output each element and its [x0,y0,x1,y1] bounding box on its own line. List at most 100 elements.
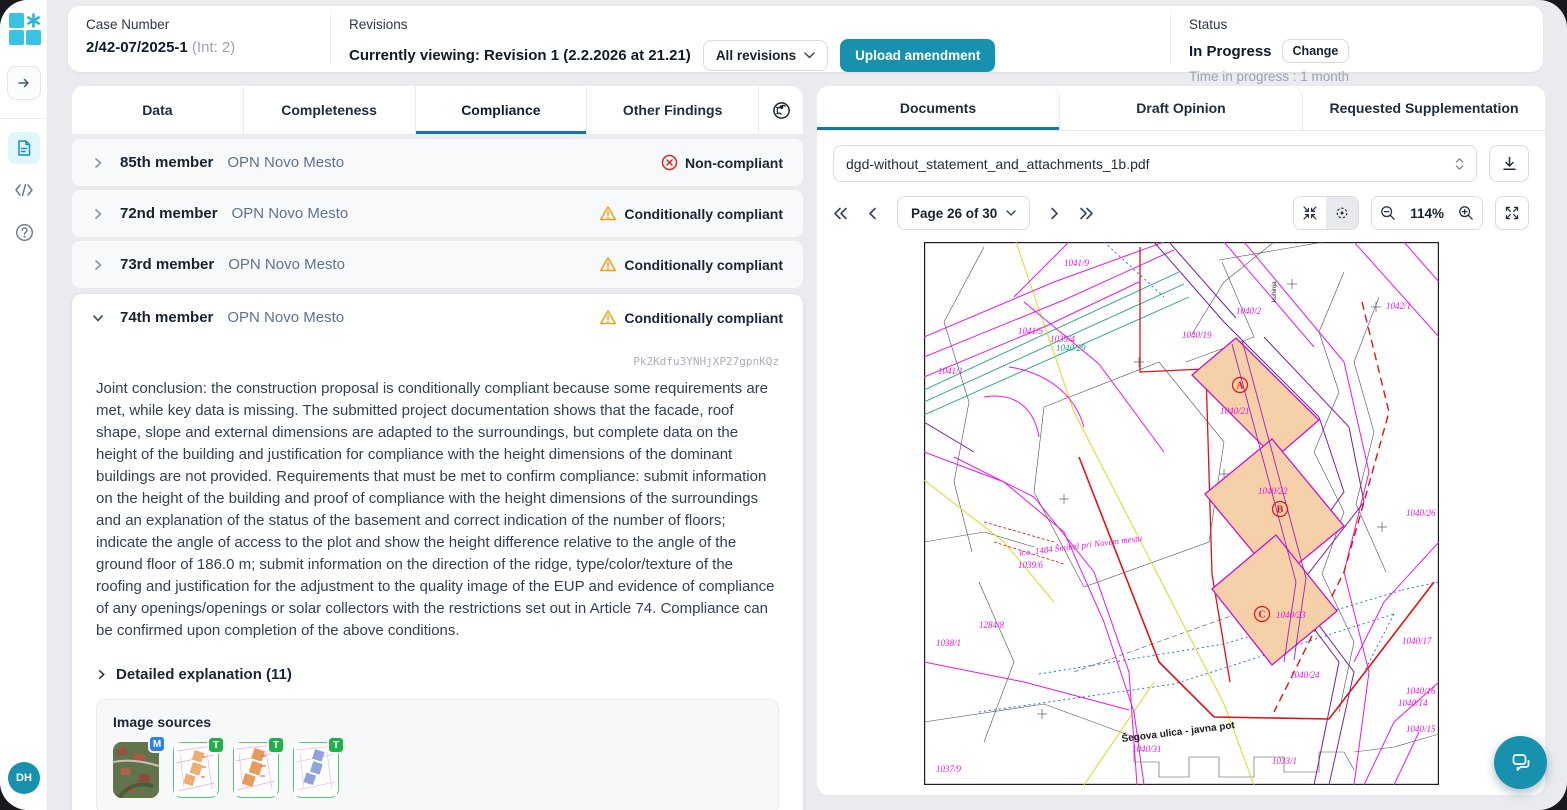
member-row-expanded[interactable]: 74th member OPN Novo Mesto Conditionally… [72,294,803,341]
page-select[interactable]: Page 26 of 30 [897,196,1030,230]
right-tabbar: Documents Draft Opinion Requested Supple… [817,86,1545,131]
zoom-in-button[interactable] [1450,197,1482,229]
member-title: 74th member [120,309,213,326]
tab-requested-supplementation[interactable]: Requested Supplementation [1303,86,1545,130]
thumbnail-site-plan[interactable]: T [293,742,339,798]
app-logo [9,13,41,45]
documents-panel: Documents Draft Opinion Requested Supple… [817,86,1545,795]
logo-square [9,30,24,45]
upload-amendment-button[interactable]: Upload amendment [840,39,995,72]
parcel-label: 1040/14 [1398,698,1428,708]
parcel-label: 1042/1 [1386,301,1411,311]
sidebar-expand-button[interactable] [7,66,41,100]
chevron-down-icon [804,52,815,59]
focus-target-icon [1334,205,1350,221]
app-window: DH Case Number 2/42-07/2025-1 (Int: 2) R… [0,0,1567,810]
last-page-button[interactable] [1079,207,1094,220]
warning-icon [599,205,617,222]
parcel-label: 1040/31 [1132,744,1162,754]
chat-bubbles-icon [1509,752,1533,774]
first-page-button[interactable] [833,207,848,220]
tab-other-findings[interactable]: Other Findings [587,86,759,134]
detailed-explanation-label: Detailed explanation (11) [116,666,292,683]
tab-completeness[interactable]: Completeness [244,86,416,134]
tab-data[interactable]: Data [72,86,244,134]
arrow-right-icon [16,75,32,91]
detailed-explanation-toggle[interactable]: Detailed explanation (11) [72,642,803,683]
logo-asterisk-icon [26,13,41,28]
member-title: 85th member [120,154,213,171]
site-plan-map: A B C 1041/9 1042/1 1040/2 1040/19 1040/… [924,242,1439,785]
help-icon [15,223,34,242]
fullscreen-button[interactable] [1496,197,1528,229]
zoom-out-button[interactable] [1372,197,1404,229]
building-label-a: A [1236,381,1244,392]
parcel-label: 1039/6 [1018,560,1044,570]
user-avatar[interactable]: DH [8,762,40,794]
focus-view-button[interactable] [1326,197,1358,229]
member-subtitle: OPN Novo Mesto [232,205,349,222]
thumbnail-site-plan[interactable]: T [233,742,279,798]
code-icon [14,182,34,198]
parcel-label: 1039/4 [1050,334,1076,344]
prev-page-button[interactable] [868,207,877,220]
parcel-label: 1041/1 [938,366,963,376]
select-updown-icon [1455,157,1464,171]
parcel-label: 1038/1 [936,638,961,648]
status-badge: Conditionally compliant [624,310,783,326]
thumbnail-site-plan[interactable]: T [173,742,219,798]
image-sources-card: Image sources M T T [96,699,779,810]
pdf-page-view[interactable]: A B C 1041/9 1042/1 1040/2 1040/19 1040/… [817,242,1545,785]
building-note-label: kuhinja [1271,281,1278,302]
status-change-button[interactable]: Change [1282,39,1350,63]
sidebar-item-code[interactable] [8,174,40,206]
chevron-down-icon [1006,210,1016,216]
parcel-label: 1040/15 [1406,724,1436,734]
tab-documents[interactable]: Documents [817,86,1060,130]
download-document-button[interactable] [1489,145,1529,182]
fit-to-width-button[interactable] [1294,197,1326,229]
parcel-label: 1040/24 [1290,670,1320,680]
warning-icon [599,256,617,273]
case-number-value: 2/42-07/2025-1 [86,39,188,56]
warning-icon [599,309,617,326]
zoom-out-icon [1380,205,1396,221]
time-in-progress-text: Time in progress : 1 month [1189,69,1525,84]
collapse-arrows-icon [1302,205,1318,221]
tab-draft-opinion[interactable]: Draft Opinion [1060,86,1303,130]
tool-badge: T [207,736,225,754]
next-page-button[interactable] [1050,207,1059,220]
parcel-label: 1040/17 [1402,636,1432,646]
parcel-label: 1040/19 [1182,330,1212,340]
language-globe-button[interactable] [759,86,803,134]
document-file-select[interactable]: dgd-without_statement_and_attachments_1b… [833,145,1477,182]
member-subtitle: OPN Novo Mesto [227,154,344,171]
parcel-label: 1040/23 [1276,610,1306,620]
zoom-in-icon [1458,205,1474,221]
member-row[interactable]: 85th member OPN Novo Mesto Non-compliant [72,139,803,186]
member-row[interactable]: 73rd member OPN Novo Mesto Conditionally… [72,241,803,288]
member-row[interactable]: 72nd member OPN Novo Mesto Conditionally… [72,190,803,237]
thumbnail-satellite[interactable]: M [113,742,159,798]
left-rail: DH [0,0,48,810]
chevron-right-icon [92,157,104,169]
tab-compliance[interactable]: Compliance [416,86,588,134]
sidebar-item-help[interactable] [8,216,40,248]
rail-divider [0,118,47,119]
building-label-b: B [1276,505,1283,516]
case-number-section: Case Number 2/42-07/2025-1 (Int: 2) [68,6,330,72]
image-sources-title: Image sources [113,714,762,730]
chevron-right-icon [92,259,104,271]
parcel-label: 1037/9 [936,764,962,774]
chat-button[interactable] [1494,736,1547,789]
all-revisions-select[interactable]: All revisions [703,40,828,71]
sidebar-item-documents[interactable] [8,132,40,164]
currently-viewing-text: Currently viewing: Revision 1 (2.2.2026 … [349,47,691,64]
parcel-label: 1041/9 [1064,258,1090,268]
chevron-right-icon [92,208,104,220]
pdf-toolbar: Page 26 of 30 114% [817,182,1545,230]
parcel-label: 1040/22 [1258,486,1288,496]
status-label: Status [1189,17,1525,32]
member-subtitle: OPN Novo Mesto [228,256,345,273]
document-filename: dgd-without_statement_and_attachments_1b… [846,156,1150,172]
